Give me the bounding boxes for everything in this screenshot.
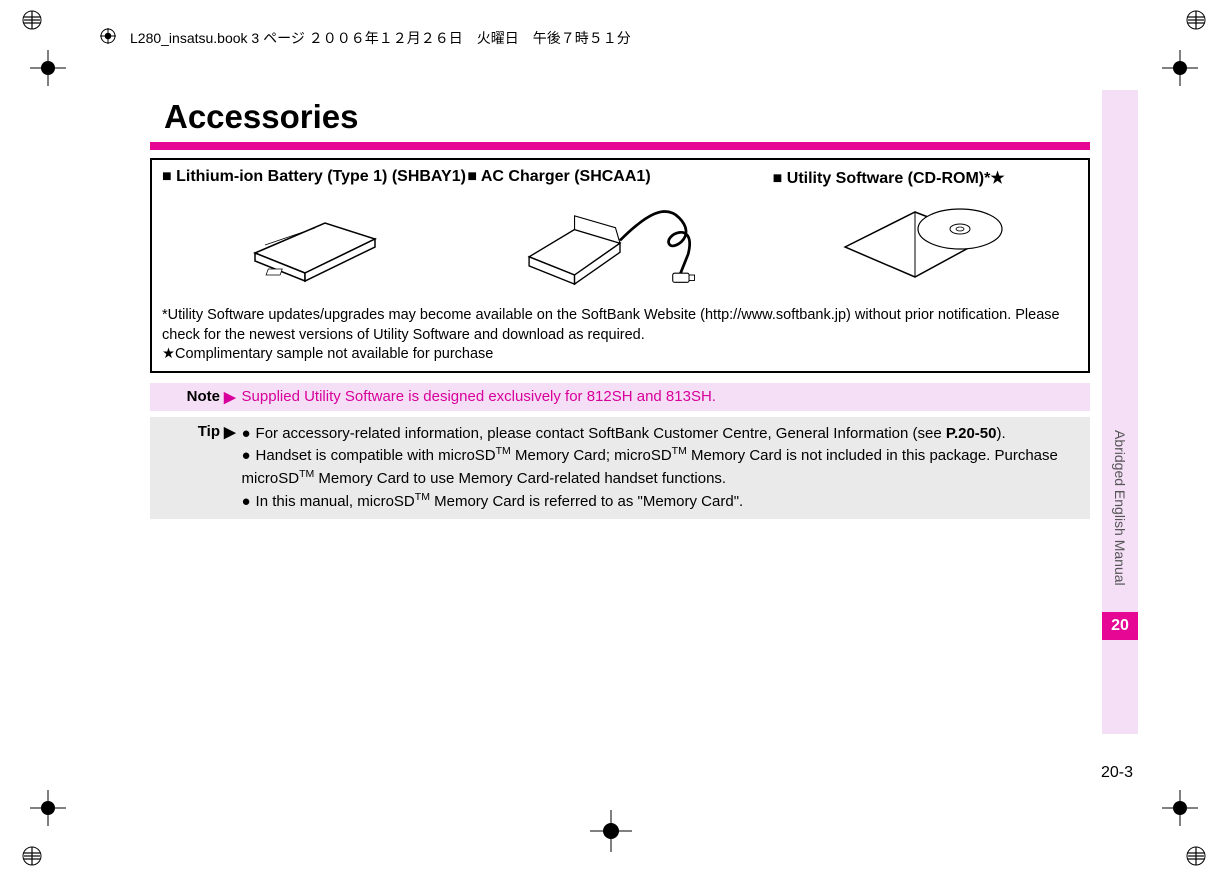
battery-illustration [162,190,467,300]
crop-mark-icon [22,846,42,866]
cdrom-illustration [773,192,1078,302]
page-reference: P.20-50 [946,425,997,442]
note-label: Note [150,388,220,406]
cross-mark-icon [590,810,632,852]
bullet-icon: ● [242,491,256,513]
chapter-tab: 20 [1102,612,1138,640]
page-title: Accessories [164,98,1090,136]
document-header-text: L280_insatsu.book 3 ページ ２００６年１２月２６日 火曜日 … [130,28,631,48]
cross-mark-icon [30,50,66,86]
page-content: Accessories ■ Lithium-ion Battery (Type … [150,98,1090,519]
accessory-title: ■ Lithium-ion Battery (Type 1) (SHBAY1) [162,168,467,186]
page-number: 20-3 [1101,764,1133,782]
trademark-sup: TM [299,468,314,480]
trademark-sup: TM [496,445,511,457]
crop-mark-icon [22,10,42,30]
footnote-text: *Utility Software updates/upgrades may b… [162,306,1078,365]
bullet-icon: ● [242,423,256,445]
accessory-item: ■ Lithium-ion Battery (Type 1) (SHBAY1) [162,168,467,302]
crop-mark-icon [1186,10,1206,30]
crop-mark-icon [1186,846,1206,866]
arrow-icon: ▶ [220,388,242,406]
note-box: Note ▶ Supplied Utility Software is desi… [150,383,1090,411]
tip-label: Tip [150,423,220,513]
accessory-title: ■ AC Charger (SHCAA1) [467,168,772,186]
tip-item: ●Handset is compatible with microSDTM Me… [242,444,1084,490]
trademark-sup: TM [415,491,430,503]
accessory-item: ■ AC Charger (SHCAA1) [467,168,772,302]
accessories-box: ■ Lithium-ion Battery (Type 1) (SHBAY1) [150,158,1090,373]
tip-box: Tip ▶ ●For accessory-related information… [150,417,1090,519]
tip-item: ●For accessory-related information, plea… [242,423,1084,445]
trademark-sup: TM [672,445,687,457]
chapter-number: 20 [1111,617,1129,635]
footnote-line: *Utility Software updates/upgrades may b… [162,307,1060,343]
title-underline [150,142,1090,150]
side-tab-label: Abridged English Manual [1112,90,1128,586]
cross-mark-icon [1162,50,1198,86]
accessory-item: ■ Utility Software (CD-ROM)*★ [773,168,1078,302]
cross-mark-icon [30,790,66,826]
note-text: Supplied Utility Software is designed ex… [242,388,1084,406]
footnote-line: ★Complimentary sample not available for … [162,346,493,362]
tip-item: ●In this manual, microSDTM Memory Card i… [242,490,1084,513]
cross-mark-icon [1162,790,1198,826]
bullet-icon: ● [242,445,256,467]
document-header: L280_insatsu.book 3 ページ ２００６年１２月２６日 火曜日 … [100,26,1000,50]
accessory-title: ■ Utility Software (CD-ROM)*★ [773,168,1078,188]
tip-content: ●For accessory-related information, plea… [242,423,1084,513]
charger-illustration [467,190,772,300]
bullet-icon [100,28,116,49]
arrow-icon: ▶ [220,423,242,513]
